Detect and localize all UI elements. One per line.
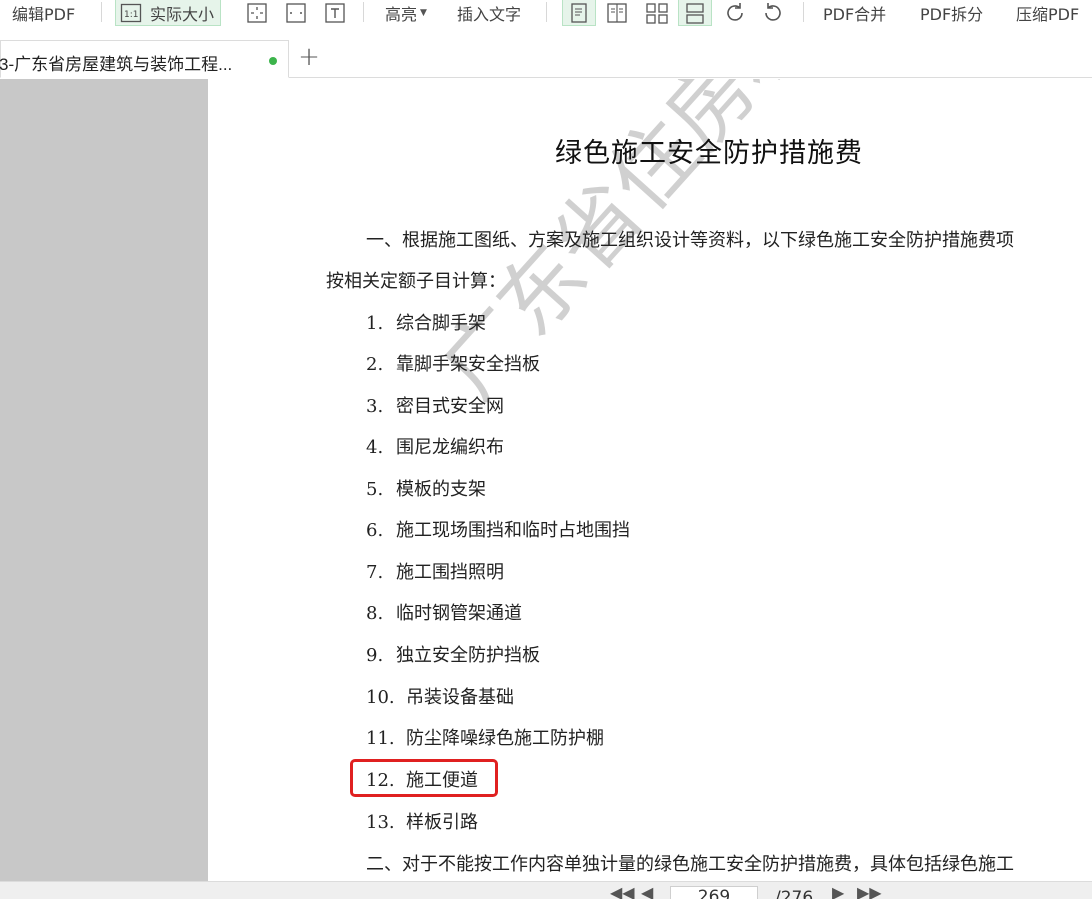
rotate-left-icon	[765, 3, 781, 21]
first-page-button[interactable]: ◀◀	[610, 885, 635, 899]
list-item-number: 6.	[366, 520, 384, 541]
insert-text-button[interactable]: 插入文字	[457, 0, 521, 26]
svg-text:1:1: 1:1	[124, 10, 138, 20]
list-item-text: 模板的支架	[396, 479, 486, 500]
paragraph-1-line-2: 按相关定额子目计算：	[326, 271, 506, 292]
pdf-split-label: PDF拆分	[920, 5, 984, 24]
fit-page-button[interactable]	[240, 0, 274, 26]
total-pages: /276	[775, 888, 814, 899]
list-item-number: 13.	[366, 812, 395, 833]
list-item-text: 吊装设备基础	[406, 687, 514, 708]
toolbar-divider	[363, 2, 364, 22]
list-item: 7. 施工围挡照明	[366, 558, 504, 584]
list-item-number: 9.	[366, 645, 384, 666]
unsaved-status-dot	[269, 57, 277, 65]
list-item-number: 1.	[366, 313, 384, 334]
viewer-gutter	[0, 79, 208, 881]
list-item-number: 3.	[366, 396, 384, 417]
caret-down-icon: ▼	[420, 8, 427, 18]
toolbar-divider	[803, 2, 804, 22]
actual-size-button[interactable]: 1:1 实际大小	[115, 0, 222, 26]
list-item: 13. 样板引路	[366, 808, 478, 834]
rotate-right-icon	[727, 3, 743, 21]
actual-size-icon: 1:1	[120, 3, 142, 22]
two-page-icon	[607, 3, 627, 23]
fit-width-button[interactable]	[279, 0, 313, 26]
insert-text-label: 插入文字	[457, 5, 522, 24]
toolbar-divider	[546, 2, 547, 22]
list-item: 1. 综合脚手架	[366, 309, 486, 335]
continuous-view-icon	[686, 2, 704, 24]
list-item: 11. 防尘降噪绿色施工防护棚	[366, 724, 604, 750]
list-item-text: 样板引路	[406, 812, 478, 833]
previous-page-button[interactable]: ◀	[641, 885, 653, 899]
list-item: 4. 围尼龙编织布	[366, 433, 504, 459]
document-tab[interactable]: 3-广东省房屋建筑与装饰工程...	[0, 40, 289, 78]
continuous-view-button[interactable]	[678, 0, 712, 26]
compress-pdf-label: 压缩PDF	[1016, 5, 1080, 24]
list-item-text: 独立安全防护挡板	[396, 645, 540, 666]
list-item-text: 临时钢管架通道	[396, 603, 522, 624]
pdf-merge-label: PDF合并	[823, 5, 887, 24]
page-number-input[interactable]: 269	[670, 886, 758, 899]
last-page-button[interactable]: ▶▶	[857, 885, 882, 899]
edit-pdf-button[interactable]: 编辑PDF	[12, 0, 75, 26]
two-page-view-button[interactable]	[600, 0, 634, 26]
list-item: 5. 模板的支架	[366, 475, 486, 501]
list-item-number: 5.	[366, 479, 384, 500]
tab-bar: 3-广东省房屋建筑与装饰工程... +	[0, 38, 1092, 78]
list-item-text: 靠脚手架安全挡板	[396, 354, 540, 375]
text-select-button[interactable]	[318, 0, 352, 26]
highlight-label: 高亮	[385, 5, 418, 24]
pdf-merge-button[interactable]: PDF合并	[823, 0, 886, 26]
rotate-clockwise-button[interactable]	[718, 0, 752, 26]
tab-title: 3-广东省房屋建筑与装饰工程...	[0, 55, 233, 74]
fit-width-icon	[286, 3, 306, 23]
list-item-number: 2.	[366, 354, 384, 375]
toolbar-divider	[101, 2, 102, 22]
highlight-dropdown[interactable]: 高亮 ▼	[385, 0, 427, 26]
fit-page-icon	[247, 3, 267, 23]
list-item: 10. 吊装设备基础	[366, 683, 514, 709]
list-item-number: 10.	[366, 687, 395, 708]
list-item: 9. 独立安全防护挡板	[366, 641, 540, 667]
pdf-page[interactable]: 广东省住房和城乡建设厅 绿色施工安全防护措施费 一、根据施工图纸、方案及施工组织…	[208, 79, 1092, 881]
pdf-split-button[interactable]: PDF拆分	[920, 0, 983, 26]
list-item-text: 防尘降噪绿色施工防护棚	[406, 728, 604, 749]
list-item-number: 8.	[366, 603, 384, 624]
multi-page-view-button[interactable]	[640, 0, 674, 26]
list-item: 8. 临时钢管架通道	[366, 599, 522, 625]
actual-size-label: 实际大小	[150, 4, 215, 24]
edit-pdf-label: 编辑PDF	[12, 5, 76, 24]
single-page-view-button[interactable]	[562, 0, 596, 26]
red-highlight-box	[350, 759, 498, 797]
paragraph-1-line-1: 一、根据施工图纸、方案及施工组织设计等资料，以下绿色施工安全防护措施费项	[366, 230, 1014, 251]
page-title: 绿色施工安全防护措施费	[555, 138, 863, 169]
list-item: 3. 密目式安全网	[366, 392, 504, 418]
list-item: 2. 靠脚手架安全挡板	[366, 350, 540, 376]
list-item-text: 施工现场围挡和临时占地围挡	[396, 520, 630, 541]
list-item-text: 综合脚手架	[396, 313, 486, 334]
compress-pdf-button[interactable]: 压缩PDF	[1016, 0, 1079, 26]
new-tab-button[interactable]: +	[296, 44, 322, 72]
single-page-icon	[571, 2, 587, 23]
plus-icon: +	[298, 42, 320, 72]
list-item-text: 施工围挡照明	[396, 562, 504, 583]
list-item-number: 7.	[366, 562, 384, 583]
list-item-text: 围尼龙编织布	[396, 437, 504, 458]
list-item-text: 密目式安全网	[396, 396, 504, 417]
document-viewer[interactable]: 广东省住房和城乡建设厅 绿色施工安全防护措施费 一、根据施工图纸、方案及施工组织…	[0, 79, 1092, 881]
list-item-number: 4.	[366, 437, 384, 458]
multi-page-icon	[646, 3, 668, 24]
list-item: 6. 施工现场围挡和临时占地围挡	[366, 516, 630, 542]
paragraph-2: 二、对于不能按工作内容单独计量的绿色施工安全防护措施费，具体包括绿色施工	[366, 854, 1014, 875]
status-bar: ◀◀ ◀ 269 /276 ▶ ▶▶	[0, 881, 1092, 899]
rotate-counterclockwise-button[interactable]	[756, 0, 790, 26]
toolbar: 编辑PDF 1:1 实际大小 高亮 ▼ 插入文字 PDF合并 PDF拆分 压缩P…	[0, 0, 1092, 26]
text-icon	[325, 3, 345, 23]
list-item-number: 11.	[366, 728, 395, 749]
next-page-button[interactable]: ▶	[832, 885, 844, 899]
